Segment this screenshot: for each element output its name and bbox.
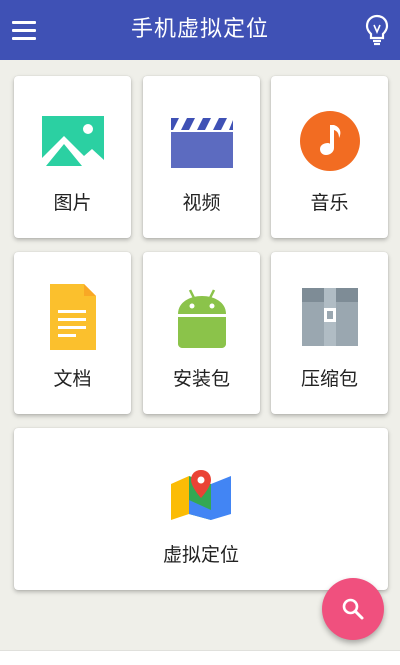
category-card-images[interactable]: 图片	[14, 76, 131, 238]
category-card-apk[interactable]: 安装包	[143, 252, 260, 414]
category-card-archives[interactable]: 压缩包	[271, 252, 388, 414]
document-icon	[49, 284, 96, 354]
search-fab-button[interactable]	[322, 578, 384, 640]
android-icon	[174, 286, 230, 352]
category-label: 音乐	[310, 192, 349, 214]
tip-button[interactable]	[362, 13, 392, 47]
virtual-location-card[interactable]: 虚拟定位	[14, 428, 388, 590]
app-bar: 手机虚拟定位	[0, 0, 400, 60]
music-note-icon	[299, 110, 361, 176]
category-label: 压缩包	[300, 368, 358, 390]
archive-box-icon	[301, 288, 358, 350]
category-card-videos[interactable]: 视频	[143, 76, 260, 238]
image-icon	[41, 116, 104, 170]
category-label: 文档	[53, 368, 92, 390]
category-card-documents[interactable]: 文档	[14, 252, 131, 414]
page-title: 手机虚拟定位	[130, 17, 269, 42]
map-pin-icon	[169, 470, 233, 524]
category-label: 视频	[182, 192, 221, 214]
bottom-strip	[0, 650, 400, 665]
category-label: 图片	[53, 192, 92, 214]
category-card-music[interactable]: 音乐	[271, 76, 388, 238]
lightbulb-icon	[365, 14, 389, 46]
category-label: 安装包	[172, 368, 230, 390]
search-icon	[342, 598, 364, 620]
clapperboard-icon	[169, 116, 235, 172]
virtual-location-label: 虚拟定位	[162, 544, 239, 566]
